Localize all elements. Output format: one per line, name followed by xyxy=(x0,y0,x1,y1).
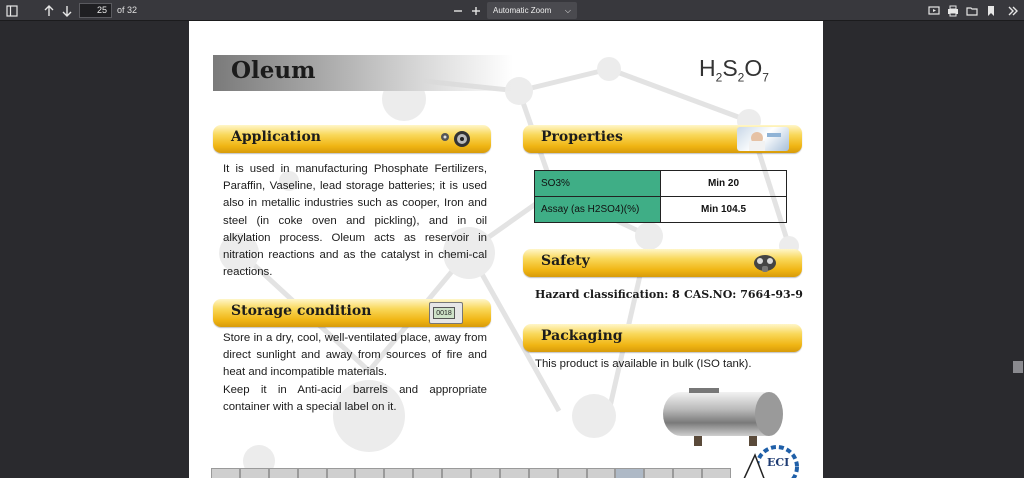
page-tab[interactable] xyxy=(499,468,529,478)
bookmark-icon[interactable] xyxy=(982,2,1000,19)
properties-table: SO3% Min 20 Assay (as H2SO4)(%) Min 104.… xyxy=(534,170,787,223)
property-value: Min 104.5 xyxy=(660,196,787,223)
presentation-mode-icon[interactable] xyxy=(925,2,943,19)
table-row: SO3% Min 20 xyxy=(534,170,787,197)
zoom-in-icon[interactable] xyxy=(467,2,485,19)
properties-banner: Properties xyxy=(523,125,802,153)
zoom-select[interactable]: Automatic Zoom ⌵ xyxy=(487,2,577,19)
application-heading: Application xyxy=(231,129,321,145)
zoom-select-value: Automatic Zoom xyxy=(493,6,552,15)
page-tab[interactable] xyxy=(644,468,674,478)
application-text: It is used in manufacturing Phosphate Fe… xyxy=(223,163,487,279)
page-tab[interactable] xyxy=(557,468,587,478)
page-tab[interactable] xyxy=(297,468,327,478)
page-tab[interactable] xyxy=(355,468,385,478)
property-name: SO3% xyxy=(534,170,661,197)
page-tab[interactable] xyxy=(586,468,616,478)
page-tab[interactable] xyxy=(211,468,240,478)
next-page-icon[interactable] xyxy=(58,2,76,19)
product-title: Oleum xyxy=(231,57,316,84)
zoom-out-icon[interactable] xyxy=(449,2,467,19)
page-tab[interactable] xyxy=(442,468,472,478)
cas-number: CAS.NO: 7664-93-9 xyxy=(684,288,803,301)
page-tab[interactable] xyxy=(471,468,500,478)
more-tools-icon[interactable] xyxy=(1004,2,1022,19)
thermometer-meter-icon: 0018 xyxy=(429,302,463,324)
pdf-page: Oleum H2S2O7 Application It is used in m… xyxy=(189,21,823,478)
gas-mask-icon xyxy=(754,255,776,272)
property-name: Assay (as H2SO4)(%) xyxy=(534,196,661,223)
storage-heading: Storage condition xyxy=(231,303,372,319)
open-file-icon[interactable] xyxy=(963,2,981,19)
page-tab[interactable] xyxy=(239,468,269,478)
page-tab[interactable] xyxy=(384,468,414,478)
table-row: Assay (as H2SO4)(%) Min 104.5 xyxy=(534,196,787,223)
chemical-formula: H2S2O7 xyxy=(699,55,769,85)
page-tab[interactable] xyxy=(326,468,356,478)
page-number-input[interactable]: 25 xyxy=(79,3,112,18)
page-tab[interactable] xyxy=(528,468,558,478)
safety-heading: Safety xyxy=(541,253,590,269)
page-tab-active[interactable] xyxy=(615,468,645,478)
vertical-scrollbar[interactable] xyxy=(1012,21,1024,478)
properties-heading: Properties xyxy=(541,129,623,145)
iso-tank-image xyxy=(663,388,783,446)
lab-scientist-photo xyxy=(737,127,789,151)
storage-text-2: Keep it in Anti-acid barrels and appropr… xyxy=(223,384,487,414)
page-count-label: of 32 xyxy=(117,5,138,15)
property-value: Min 20 xyxy=(660,170,787,197)
print-icon[interactable] xyxy=(944,2,962,19)
application-banner: Application xyxy=(213,125,491,153)
meter-readout: 0018 xyxy=(433,307,455,319)
hazard-classification: Hazard classification: 8 xyxy=(535,288,680,301)
storage-banner: Storage condition 0018 xyxy=(213,299,491,327)
page-tab[interactable] xyxy=(673,468,703,478)
gauge-disc-icon xyxy=(441,131,470,147)
sidebar-toggle-icon[interactable] xyxy=(3,2,21,19)
previous-page-icon[interactable] xyxy=(40,2,58,19)
page-tab[interactable] xyxy=(268,468,298,478)
page-tab[interactable] xyxy=(702,468,732,478)
packaging-heading: Packaging xyxy=(541,328,623,344)
safety-banner: Safety xyxy=(523,249,802,277)
page-tab[interactable] xyxy=(413,468,443,478)
scrollbar-thumb[interactable] xyxy=(1013,361,1023,373)
eci-logo-text: ECI xyxy=(767,456,790,469)
pdf-toolbar: 25 of 32 Automatic Zoom ⌵ xyxy=(0,0,1024,21)
storage-text-1: Store in a dry, cool, well-ventilated pl… xyxy=(223,332,487,379)
packaging-text: This product is available in bulk (ISO t… xyxy=(535,358,752,370)
packaging-banner: Packaging xyxy=(523,324,802,352)
chevron-down-icon: ⌵ xyxy=(564,6,571,15)
page-tab-strip xyxy=(211,468,732,478)
